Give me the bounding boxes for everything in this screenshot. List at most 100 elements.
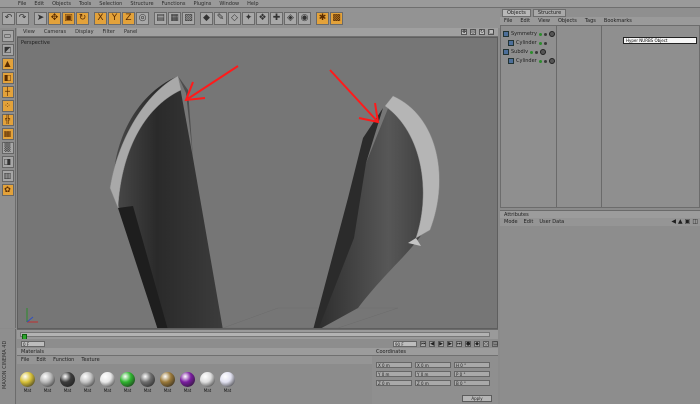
play-icon[interactable]: ▶ <box>438 340 444 347</box>
visible-dot-icon[interactable] <box>538 32 542 36</box>
render-dot-icon[interactable] <box>543 41 547 45</box>
prev-frame-icon[interactable]: ◀ <box>429 340 435 347</box>
object-menu-bookmarks[interactable]: Bookmarks <box>604 18 632 24</box>
lock-icon[interactable]: ▣ <box>685 219 691 225</box>
menu-objects[interactable]: Objects <box>52 1 71 7</box>
viewport-menu-view[interactable]: View <box>23 29 35 35</box>
record-icon[interactable]: ● <box>465 340 471 347</box>
redo-icon[interactable]: ↷ <box>16 11 29 25</box>
material-swatch[interactable]: Mat <box>219 372 236 404</box>
scale-icon[interactable]: ▣ <box>62 11 75 25</box>
object-menu-edit[interactable]: Edit <box>520 18 530 24</box>
bp-icon[interactable]: ✿ <box>1 184 14 196</box>
material-swatch[interactable]: Mat <box>119 372 136 404</box>
light-icon[interactable]: ✱ <box>316 11 329 25</box>
object-menu-view[interactable]: View <box>538 18 550 24</box>
rotation-p-field[interactable]: P 0 ° <box>454 371 490 377</box>
tab-objects[interactable]: Objects <box>502 9 531 17</box>
material-swatch[interactable]: Mat <box>39 372 56 404</box>
world-icon[interactable]: ◎ <box>136 11 149 25</box>
pen-icon[interactable]: ✎ <box>214 11 227 25</box>
materials-menu-function[interactable]: Function <box>53 357 74 363</box>
tab-structure[interactable]: Structure <box>532 9 567 17</box>
viewport-icon[interactable]: ▭ <box>1 30 14 42</box>
viewport-move-icon[interactable]: ✥ <box>461 29 467 35</box>
menu-tools[interactable]: Tools <box>79 1 91 7</box>
viewport-menu-panel[interactable]: Panel <box>124 29 138 35</box>
position-x-field[interactable]: X 0 m <box>376 362 412 368</box>
viewport-menu-cameras[interactable]: Cameras <box>44 29 66 35</box>
materials-menu-file[interactable]: File <box>21 357 29 363</box>
start-frame-field[interactable]: 0 F <box>21 340 45 347</box>
attributes-menu-mode[interactable]: Mode <box>504 219 518 225</box>
select-icon[interactable]: ➤ <box>34 11 47 25</box>
material-swatch[interactable]: Mat <box>59 372 76 404</box>
rotate-icon[interactable]: ↻ <box>76 11 89 25</box>
snap-icon[interactable]: ◨ <box>1 156 14 168</box>
cube-icon[interactable]: ◆ <box>200 11 213 25</box>
object-menu-objects[interactable]: Objects <box>558 18 577 24</box>
object-row[interactable]: Subdiv <box>503 48 547 56</box>
new-window-icon[interactable]: ◫ <box>692 219 698 225</box>
z-axis-icon[interactable]: Z <box>122 11 135 25</box>
keyframe-icon[interactable]: ◆ <box>474 340 480 347</box>
subdivide-icon[interactable]: ◇ <box>228 11 241 25</box>
material-swatch[interactable]: Mat <box>179 372 196 404</box>
render-dot-icon[interactable] <box>543 32 547 36</box>
deformer-icon[interactable]: ✚ <box>270 11 283 25</box>
object-row[interactable]: Cylinder <box>508 39 547 47</box>
position-y-field[interactable]: Y 0 m <box>376 371 412 377</box>
phong-tag-icon[interactable] <box>548 31 555 37</box>
phong-tag-icon[interactable] <box>548 58 555 64</box>
viewport-menu-display[interactable]: Display <box>75 29 93 35</box>
undo-icon[interactable]: ↶ <box>2 11 15 25</box>
y-axis-icon[interactable]: Y <box>108 11 121 25</box>
position-z-field[interactable]: Z 0 m <box>376 380 412 386</box>
size-z-field[interactable]: Z 0 m <box>415 380 451 386</box>
attributes-menu-userdata[interactable]: User Data <box>539 219 564 225</box>
apply-button[interactable]: Apply <box>462 395 492 402</box>
materials-menu-edit[interactable]: Edit <box>36 357 46 363</box>
visible-dot-icon[interactable] <box>530 50 534 54</box>
phong-tag-icon[interactable] <box>540 49 547 55</box>
edges-icon[interactable]: ╬ <box>1 114 14 126</box>
next-frame-icon[interactable]: ▶ <box>447 340 453 347</box>
viewport-maximize-icon[interactable]: ▢ <box>488 29 494 35</box>
render-picture-icon[interactable]: ▦ <box>168 11 181 25</box>
menu-file[interactable]: File <box>18 1 26 7</box>
object-menu-file[interactable]: File <box>504 18 512 24</box>
size-x-field[interactable]: X 0 m <box>415 362 451 368</box>
points-icon[interactable]: ⁘ <box>1 100 14 112</box>
materials-menu-texture[interactable]: Texture <box>81 357 99 363</box>
back-arrow-icon[interactable]: ◀ <box>671 219 676 225</box>
material-swatch[interactable]: Mat <box>19 372 36 404</box>
visible-dot-icon[interactable] <box>538 41 542 45</box>
size-y-field[interactable]: Y 0 m <box>415 371 451 377</box>
model-icon[interactable]: ◩ <box>1 44 14 56</box>
x-axis-icon[interactable]: X <box>94 11 107 25</box>
material-swatch[interactable]: Mat <box>139 372 156 404</box>
right-shell-object[interactable] <box>313 95 440 329</box>
render-settings-icon[interactable]: ▧ <box>182 11 195 25</box>
visible-dot-icon[interactable] <box>538 59 542 63</box>
timeline-options-icon[interactable]: ▤ <box>492 340 498 347</box>
timeline[interactable] <box>17 329 498 342</box>
move-icon[interactable]: ✥ <box>48 11 61 25</box>
end-frame-field[interactable]: 90 F <box>393 340 417 347</box>
up-arrow-icon[interactable]: ▲ <box>678 219 683 225</box>
render-dot-icon[interactable] <box>535 50 539 54</box>
rotation-b-field[interactable]: B 0 ° <box>454 380 490 386</box>
menu-structure[interactable]: Structure <box>130 1 153 7</box>
object-row[interactable]: Symmetry <box>503 30 555 38</box>
viewport-zoom-icon[interactable]: ◎ <box>470 29 476 35</box>
menu-help[interactable]: Help <box>247 1 258 7</box>
3d-viewport[interactable]: Perspective <box>17 37 498 329</box>
viewport-menu-filter[interactable]: Filter <box>103 29 115 35</box>
material-swatch[interactable]: Mat <box>199 372 216 404</box>
material-swatch[interactable]: Mat <box>159 372 176 404</box>
menu-functions[interactable]: Functions <box>162 1 186 7</box>
viewport-rotate-icon[interactable]: ↻ <box>479 29 485 35</box>
timeline-track[interactable] <box>20 332 490 342</box>
menu-window[interactable]: Window <box>219 1 239 7</box>
nurbs-icon[interactable]: ❖ <box>256 11 269 25</box>
